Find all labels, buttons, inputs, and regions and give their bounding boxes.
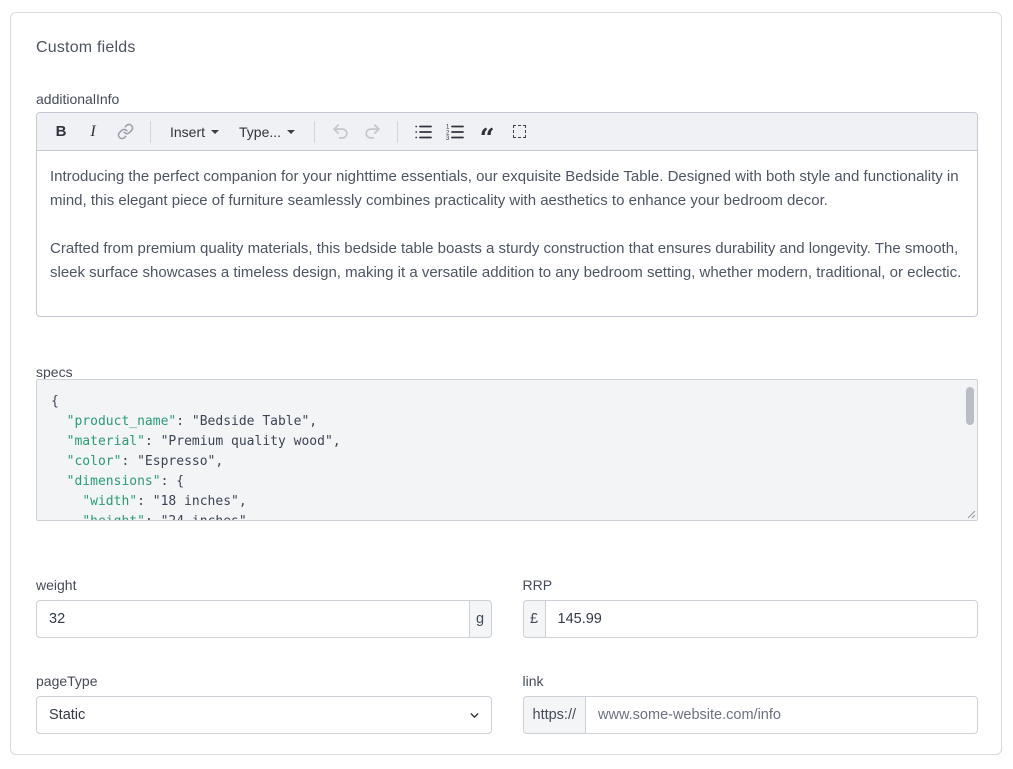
- svg-text:3: 3: [446, 136, 450, 142]
- dashed-square-icon: [513, 125, 526, 138]
- weight-unit-addon: g: [470, 600, 492, 638]
- redo-button[interactable]: [358, 118, 386, 146]
- redo-icon: [363, 122, 382, 141]
- page-type-select-wrap: Static: [36, 696, 492, 734]
- weight-input[interactable]: [36, 600, 470, 638]
- bullet-list-icon: [413, 122, 433, 142]
- link-input-group: https://: [523, 696, 979, 734]
- custom-fields-card: Custom fields additionalInfo B I Insert: [10, 12, 1002, 755]
- toolbar-divider: [314, 121, 315, 143]
- specs-code: { "product_name": "Bedside Table", "mate…: [37, 380, 977, 521]
- rich-text-editor: B I Insert Type...: [36, 112, 978, 317]
- chevron-down-icon: [287, 130, 295, 134]
- weight-input-group: g: [36, 600, 492, 638]
- editor-content-area[interactable]: Introducing the perfect companion for yo…: [37, 151, 977, 317]
- rrp-label: RRP: [523, 577, 979, 593]
- link-icon: [117, 123, 134, 140]
- editor-toolbar: B I Insert Type...: [37, 113, 977, 151]
- specs-textarea[interactable]: { "product_name": "Bedside Table", "mate…: [36, 379, 978, 521]
- rrp-input-group: £: [523, 600, 979, 638]
- code-block-button[interactable]: [505, 118, 533, 146]
- toolbar-divider: [150, 121, 151, 143]
- resize-handle-icon[interactable]: [966, 509, 976, 519]
- numbered-list-icon: 1 2 3: [445, 122, 465, 142]
- type-dropdown-label: Type...: [239, 124, 281, 140]
- currency-addon: £: [523, 600, 545, 638]
- toolbar-divider: [397, 121, 398, 143]
- chevron-down-icon: [211, 130, 219, 134]
- scrollbar-thumb[interactable]: [966, 387, 974, 425]
- insert-dropdown[interactable]: Insert: [162, 118, 227, 146]
- bullet-list-button[interactable]: [409, 118, 437, 146]
- specs-label: specs: [36, 364, 73, 380]
- page-type-label: pageType: [36, 673, 492, 689]
- link-label: link: [523, 673, 979, 689]
- numbered-list-button[interactable]: 1 2 3: [441, 118, 469, 146]
- protocol-addon: https://: [523, 696, 586, 734]
- type-dropdown[interactable]: Type...: [231, 118, 303, 146]
- undo-button[interactable]: [326, 118, 354, 146]
- link-input[interactable]: [585, 696, 978, 734]
- link-button[interactable]: [111, 118, 139, 146]
- undo-icon: [331, 122, 350, 141]
- card-title: Custom fields: [36, 39, 136, 57]
- weight-label: weight: [36, 577, 492, 593]
- rrp-input[interactable]: [545, 600, 979, 638]
- insert-dropdown-label: Insert: [170, 124, 205, 140]
- blockquote-icon: “: [480, 134, 495, 144]
- bold-button[interactable]: B: [47, 118, 75, 146]
- additional-info-label: additionalInfo: [36, 91, 119, 107]
- editor-paragraph: Introducing the perfect companion for yo…: [50, 165, 964, 213]
- page-type-select[interactable]: Static: [36, 696, 492, 734]
- blockquote-button[interactable]: “: [473, 118, 501, 146]
- italic-button[interactable]: I: [79, 118, 107, 146]
- editor-paragraph: Crafted from premium quality materials, …: [50, 237, 964, 285]
